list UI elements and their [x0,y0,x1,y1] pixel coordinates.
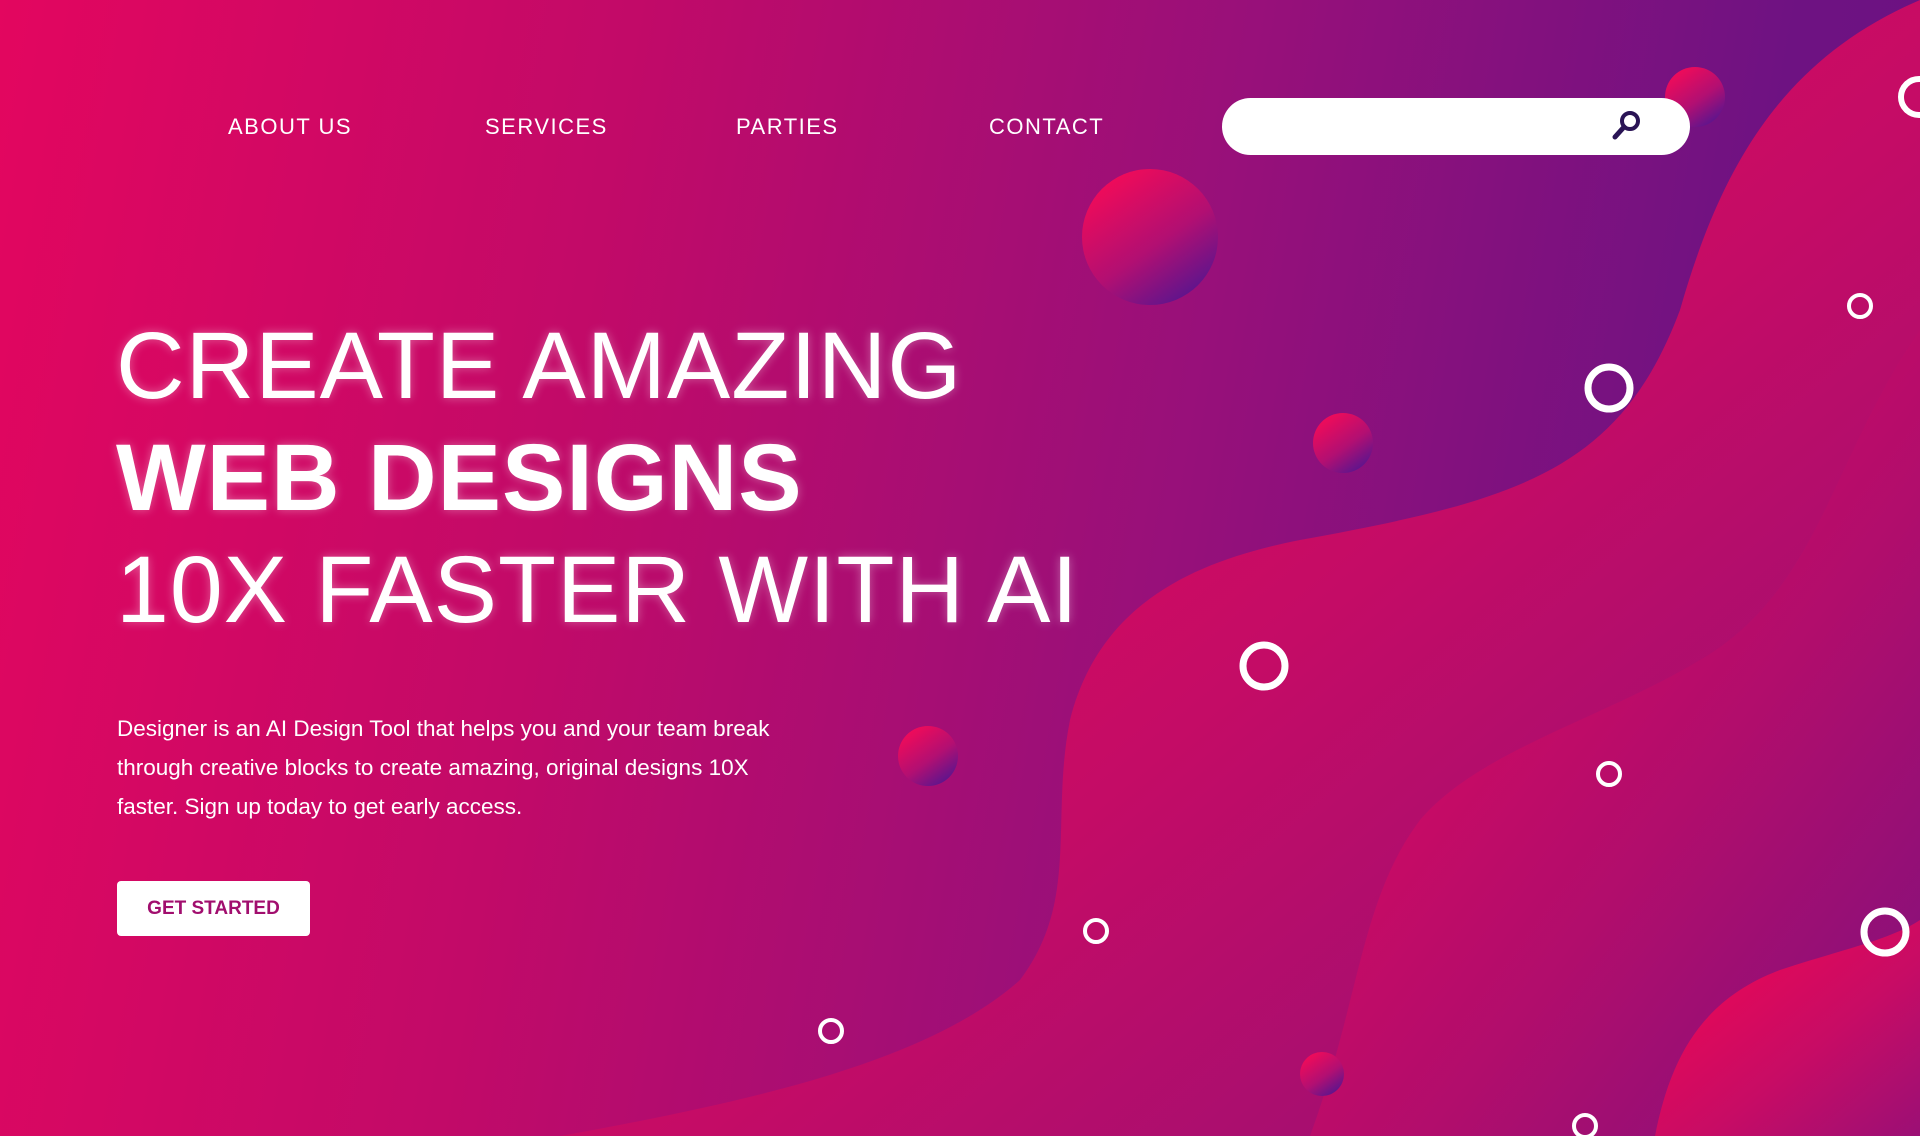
nav-link-parties[interactable]: PARTIES [736,114,839,140]
hero-heading-line-2: WEB DESIGNS [116,425,803,531]
hero-heading-line-1: CREATE AMAZING [116,313,963,419]
search-input[interactable] [1250,108,1604,147]
get-started-button[interactable]: GET STARTED [117,881,310,936]
decorative-sphere [1300,1052,1344,1096]
hero-heading-line-3: 10X FASTER WITH AI [116,537,1079,643]
nav-link-services[interactable]: SERVICES [485,114,608,140]
hero-heading: CREATE AMAZING WEB DESIGNS 10X FASTER WI… [116,310,1079,646]
decorative-sphere [898,726,958,786]
decorative-ring [818,1018,844,1044]
nav-link-contact[interactable]: CONTACT [989,114,1104,140]
decorative-sphere [1313,413,1373,473]
nav-link-about-us[interactable]: ABOUT US [228,114,352,140]
hero-description: Designer is an AI Design Tool that helps… [117,715,770,819]
search-icon[interactable] [1612,110,1642,142]
decorative-sphere [1082,169,1218,305]
decorative-ring [1584,363,1634,413]
